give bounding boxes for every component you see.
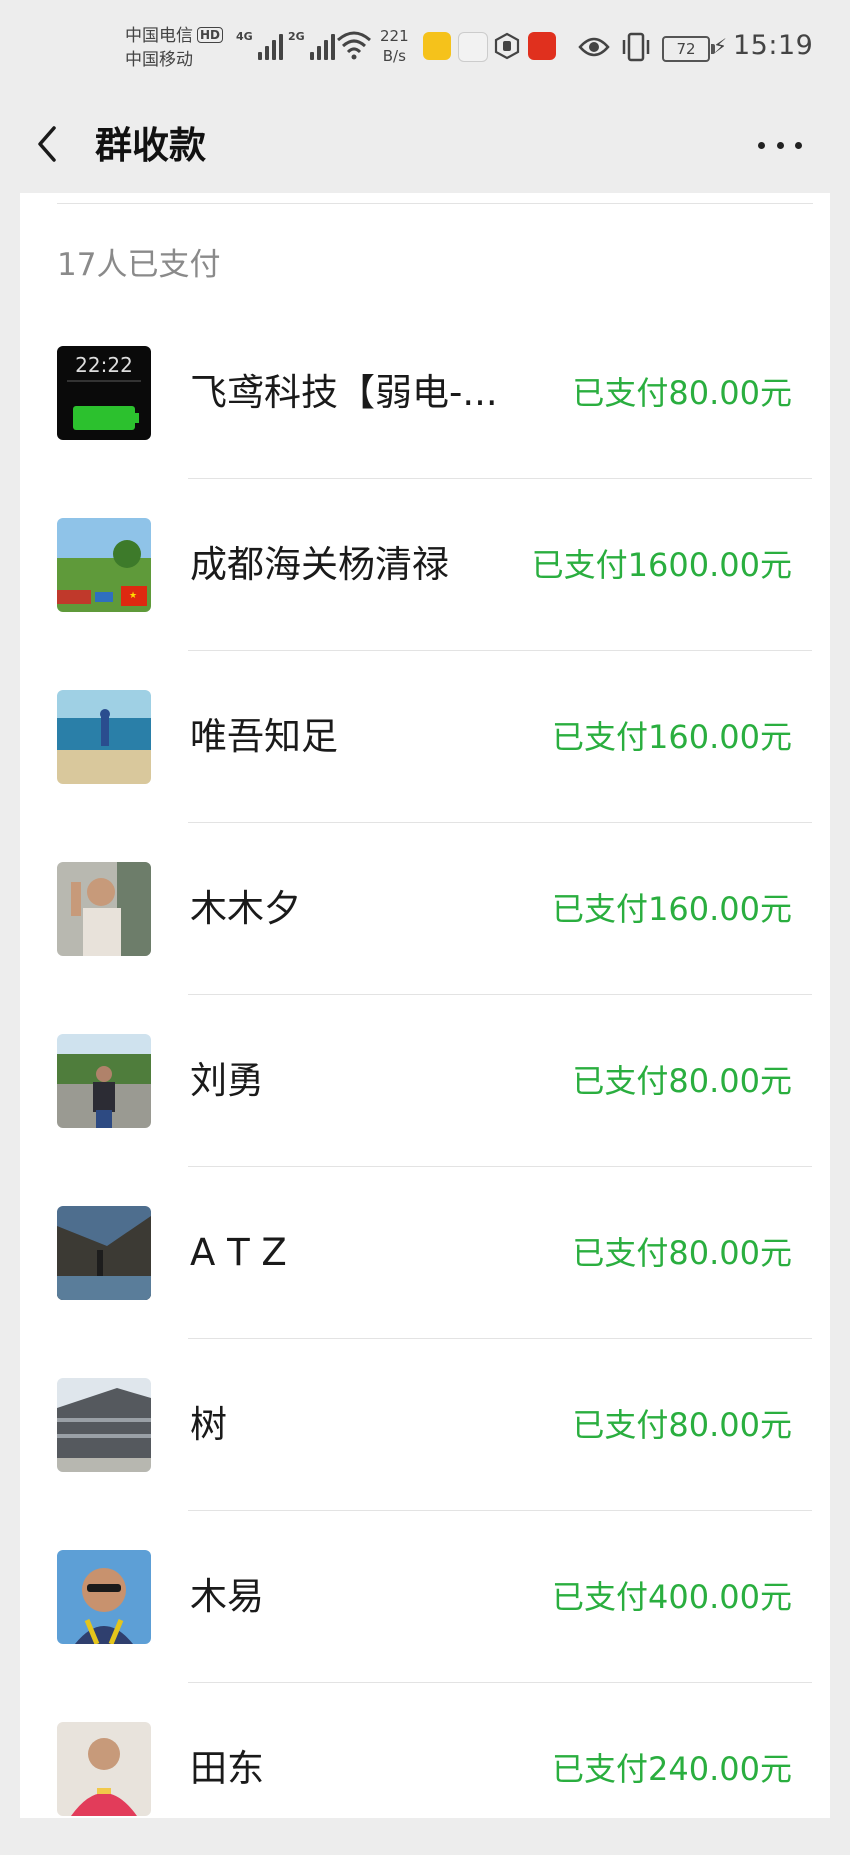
eye-icon xyxy=(578,37,610,57)
signal-2-label: 2G xyxy=(288,30,305,43)
app-notification-icon xyxy=(423,32,451,60)
member-name: 唯吾知足 xyxy=(190,715,338,758)
avatar[interactable] xyxy=(57,1378,151,1472)
member-name: A T Z xyxy=(190,1231,287,1274)
paid-amount: 已支付80.00元 xyxy=(572,1406,792,1444)
hd-badge: HD xyxy=(197,27,224,43)
status-bar: 中国电信 HD 中国移动 4G 2G 221 B/s 72 ⚡ 15:19 xyxy=(0,0,850,100)
list-item[interactable]: 树 已支付80.00元 xyxy=(20,1339,830,1511)
vibrate-icon xyxy=(622,32,650,62)
avatar[interactable]: ★ xyxy=(57,518,151,612)
list-item[interactable]: 田东 已支付240.00元 xyxy=(20,1683,830,1855)
list-item[interactable]: 唯吾知足 已支付160.00元 xyxy=(20,651,830,823)
app-notification-icon xyxy=(528,32,556,60)
paid-amount: 已支付80.00元 xyxy=(572,1234,792,1272)
member-name: 树 xyxy=(190,1403,227,1446)
hand-shield-icon xyxy=(494,32,520,60)
clock: 15:19 xyxy=(733,30,814,61)
carrier-2: 中国移动 xyxy=(125,50,193,70)
charging-icon: ⚡ xyxy=(713,34,728,58)
avatar[interactable]: 22:22 xyxy=(57,346,151,440)
speed-value: 221 xyxy=(380,27,409,45)
member-name: 飞鸢科技【弱电-... xyxy=(190,371,498,414)
list-item[interactable]: A T Z 已支付80.00元 xyxy=(20,1167,830,1339)
list-item[interactable]: 22:22 飞鸢科技【弱电-... 已支付80.00元 xyxy=(20,307,830,479)
avatar[interactable] xyxy=(57,1034,151,1128)
avatar[interactable] xyxy=(57,1722,151,1816)
divider xyxy=(57,203,813,204)
member-name: 刘勇 xyxy=(190,1059,264,1102)
paid-count: 17人已支付 xyxy=(57,247,221,283)
member-name: 成都海关杨清禄 xyxy=(190,543,449,586)
speed-unit: B/s xyxy=(382,47,406,65)
page-title: 群收款 xyxy=(95,124,206,167)
list-item[interactable]: 刘勇 已支付80.00元 xyxy=(20,995,830,1167)
member-name: 田东 xyxy=(190,1747,264,1790)
wifi-icon xyxy=(337,31,371,60)
carrier-1: 中国电信 xyxy=(125,26,193,46)
paid-amount: 已支付160.00元 xyxy=(552,718,792,756)
avatar[interactable] xyxy=(57,1550,151,1644)
avatar[interactable] xyxy=(57,862,151,956)
more-options-icon[interactable] xyxy=(758,130,802,160)
paid-amount: 已支付240.00元 xyxy=(552,1750,792,1788)
member-name: 木木夕 xyxy=(190,887,301,930)
list-item[interactable]: 木木夕 已支付160.00元 xyxy=(20,823,830,995)
app-notification-icon xyxy=(458,32,488,62)
carrier-info: 中国电信 HD 中国移动 xyxy=(125,24,224,72)
battery-level: 72 xyxy=(662,36,715,62)
paid-amount: 已支付80.00元 xyxy=(572,374,792,412)
paid-amount: 已支付400.00元 xyxy=(552,1578,792,1616)
paid-amount: 已支付80.00元 xyxy=(572,1062,792,1100)
svg-text:★: ★ xyxy=(129,591,137,601)
paid-amount: 已支付160.00元 xyxy=(552,890,792,928)
paid-amount: 已支付1600.00元 xyxy=(531,546,792,584)
signal-icon: 4G xyxy=(236,30,283,60)
signal-1-label: 4G xyxy=(236,30,253,43)
avatar[interactable] xyxy=(57,1206,151,1300)
navigation-bar: 群收款 xyxy=(0,100,850,192)
member-name: 木易 xyxy=(190,1575,264,1618)
signal-icon: 2G xyxy=(288,30,335,60)
payment-card: 17人已支付 22:22 飞鸢科技【弱电-... 已支付80.00元 ★ 成都海… xyxy=(20,193,830,1818)
list-item[interactable]: 木易 已支付400.00元 xyxy=(20,1511,830,1683)
network-speed: 221 B/s xyxy=(380,26,409,66)
list-item[interactable]: ★ 成都海关杨清禄 已支付1600.00元 xyxy=(20,479,830,651)
avatar[interactable] xyxy=(57,690,151,784)
back-arrow-icon[interactable] xyxy=(30,124,70,164)
lockscreen-time: 22:22 xyxy=(75,353,133,377)
